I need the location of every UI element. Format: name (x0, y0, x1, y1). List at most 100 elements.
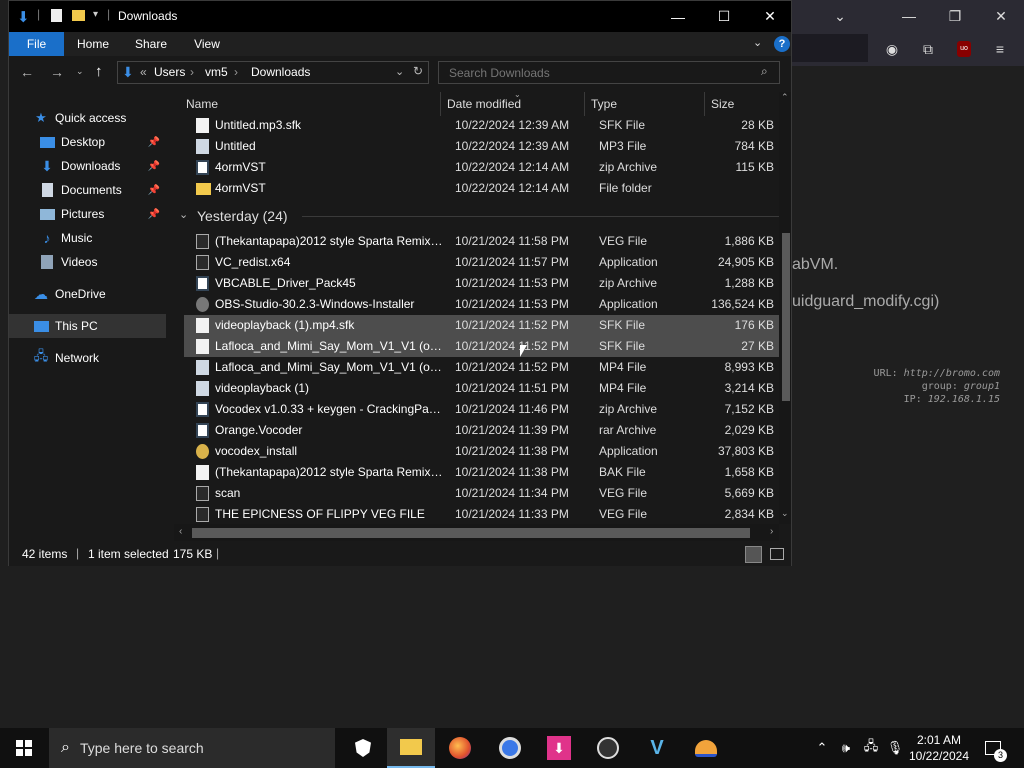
file-explorer-app[interactable] (387, 728, 435, 768)
nav-pictures[interactable]: Pictures 📌 (9, 202, 166, 226)
file-row[interactable]: vocodex_install 10/21/2024 11:38 PM Applic… (184, 441, 780, 462)
file-row[interactable]: 4ormVST 10/22/2024 12:14 AM zip Archive 115… (184, 157, 780, 178)
column-header-type[interactable]: Type (591, 94, 617, 114)
tab-share[interactable]: Share (129, 32, 173, 56)
large-icons-view-icon[interactable] (770, 548, 784, 560)
forward-arrow-icon[interactable]: → (50, 64, 64, 80)
volume-icon[interactable]: 🕪 (835, 728, 857, 768)
tab-list-chevron-icon[interactable]: ⌄ (817, 0, 863, 32)
file-row[interactable]: 4ormVST 10/22/2024 12:14 AM File folder (184, 178, 780, 199)
firefox-app[interactable] (436, 728, 484, 768)
search-icon[interactable]: ⌕ (761, 64, 768, 79)
nav-music[interactable]: ♪ Music (9, 226, 166, 250)
file-explorer-icon (400, 739, 422, 755)
file-row[interactable]: OBS-Studio-30.2.3-Windows-Installer 10/21… (184, 294, 780, 315)
scroll-up-chevron-icon[interactable]: ⌃ (781, 92, 789, 103)
breadcrumb-overflow[interactable]: « (140, 65, 147, 79)
nav-quick-access[interactable]: ★ Quick access (9, 106, 166, 130)
nav-onedrive[interactable]: ☁ OneDrive (9, 282, 166, 306)
menu-icon[interactable]: ≡ (987, 36, 1013, 62)
chrome-app[interactable] (486, 728, 534, 768)
details-view-icon[interactable] (745, 546, 762, 563)
file-row[interactable]: VC_redist.x64 10/21/2024 11:57 PM Applicat… (184, 252, 780, 273)
tab-home[interactable]: Home (71, 32, 115, 56)
scroll-down-chevron-icon[interactable]: ⌄ (781, 508, 789, 519)
horizontal-scroll-thumb[interactable] (192, 528, 750, 538)
nav-this-pc[interactable]: This PC (9, 314, 166, 338)
clock[interactable]: 2:01 AM 10/22/2024 (909, 728, 969, 768)
column-header-date-modified[interactable]: Date modified (447, 94, 521, 114)
taskbar-search[interactable]: ⌕ Type here to search (49, 728, 335, 768)
nav-network[interactable]: 🖧 Network (9, 346, 166, 370)
firefox-icon (449, 737, 471, 759)
network-icon: 🖧 (33, 348, 49, 363)
vpn-app[interactable] (682, 728, 730, 768)
group-collapse-chevron-icon[interactable]: ⌄ (179, 208, 188, 221)
microphone-icon[interactable]: 🎙 (884, 728, 906, 768)
browser-restore-button[interactable]: ❐ (932, 0, 978, 32)
recent-locations-chevron-icon[interactable]: ⌄ (76, 66, 84, 77)
file-row[interactable]: videoplayback (1) 10/21/2024 11:51 PM MP4 … (184, 378, 780, 399)
breadcrumb-vm5[interactable]: vm5 (205, 65, 228, 79)
browser-minimize-button[interactable]: — (886, 0, 932, 32)
search-input[interactable] (447, 64, 751, 82)
vegas-app[interactable]: V (633, 728, 681, 768)
maximize-button[interactable]: ☐ (701, 1, 747, 32)
nav-videos[interactable]: Videos (9, 250, 166, 274)
file-row[interactable]: Untitled 10/22/2024 12:39 AM MP3 File 784 K… (184, 136, 780, 157)
column-divider[interactable] (704, 92, 705, 116)
expand-ribbon-chevron-icon[interactable]: ⌄ (753, 36, 762, 49)
ublock-icon[interactable]: uo (951, 36, 977, 62)
scroll-right-chevron-icon[interactable]: › (770, 526, 773, 537)
minimize-button[interactable]: — (655, 1, 701, 32)
column-divider[interactable] (440, 92, 441, 116)
action-center-button[interactable]: 3 (978, 728, 1008, 768)
file-row[interactable]: (Thekantapapa)2012 style Sparta Remix(2)… (184, 231, 780, 252)
start-button[interactable] (0, 728, 48, 768)
file-row[interactable]: Vocodex v1.0.33 + keygen - CrackingPatc.… (184, 399, 780, 420)
refresh-icon[interactable]: ↻ (413, 64, 423, 78)
browser-close-button[interactable]: ✕ (978, 0, 1024, 32)
column-header-size[interactable]: Size (711, 94, 734, 114)
quick-access-toolbar-chevron-icon[interactable]: ▾ (93, 9, 98, 20)
file-row[interactable]: videoplayback (1).mp4.sfk 10/21/2024 11:5… (184, 315, 780, 336)
network-status-icon[interactable]: 🖧 (860, 728, 882, 768)
close-button[interactable]: ✕ (747, 1, 793, 32)
file-row[interactable]: THE EPICNESS OF FLIPPY VEG FILE 10/21/202… (184, 504, 780, 524)
search-box[interactable]: ⌕ (438, 61, 780, 84)
file-row[interactable]: Lafloca_and_Mimi_Say_Mom_V1_V1 (onli... 1… (184, 357, 780, 378)
up-arrow-icon[interactable]: ↑ (95, 63, 103, 80)
tab-file[interactable]: File (9, 32, 64, 56)
back-arrow-icon[interactable]: ← (20, 64, 34, 80)
column-header-name[interactable]: Name (186, 94, 218, 114)
help-icon[interactable]: ? (774, 36, 790, 52)
extensions-icon[interactable]: ⧉ (915, 36, 941, 62)
account-icon[interactable]: ◉ (879, 36, 905, 62)
address-history-chevron-icon[interactable]: ⌄ (395, 65, 404, 78)
file-row[interactable]: Orange.Vocoder 10/21/2024 11:39 PM rar Arc… (184, 420, 780, 441)
breadcrumb-downloads[interactable]: Downloads (251, 65, 310, 79)
nav-desktop[interactable]: Desktop 📌 (9, 130, 166, 154)
browser-url-field[interactable] (792, 34, 868, 62)
scroll-left-chevron-icon[interactable]: ‹ (179, 526, 182, 537)
file-row[interactable]: Lafloca_and_Mimi_Say_Mom_V1_V1 (onli... 1… (184, 336, 780, 357)
group-header-yesterday[interactable]: Yesterday (24) (197, 208, 288, 224)
column-divider[interactable] (584, 92, 585, 116)
file-row[interactable]: (Thekantapapa)2012 style Sparta Remix(2.… (184, 462, 780, 483)
file-row[interactable]: scan 10/21/2024 11:34 PM VEG File 5,669 KB (184, 483, 780, 504)
obs-app[interactable] (584, 728, 632, 768)
file-row[interactable]: Untitled.mp3.sfk 10/22/2024 12:39 AM SFK F… (184, 115, 780, 136)
nav-downloads[interactable]: ⬇ Downloads 📌 (9, 154, 166, 178)
breadcrumb-users[interactable]: Users (154, 65, 185, 79)
nav-documents[interactable]: Documents 📌 (9, 178, 166, 202)
properties-icon[interactable] (51, 9, 62, 22)
tab-view[interactable]: View (185, 32, 229, 56)
address-bar[interactable]: ⬇ « Users › vm5 › Downloads ⌄ ↻ (117, 61, 429, 84)
file-type: rar Archive (599, 423, 657, 437)
new-folder-icon[interactable] (72, 10, 85, 21)
show-hidden-icons-chevron-icon[interactable]: ⌃ (812, 728, 832, 768)
vertical-scroll-thumb[interactable] (782, 233, 790, 401)
file-row[interactable]: VBCABLE_Driver_Pack45 10/21/2024 11:53 PM… (184, 273, 780, 294)
download-app[interactable]: ⬇ (535, 728, 583, 768)
security-app[interactable] (339, 728, 387, 768)
